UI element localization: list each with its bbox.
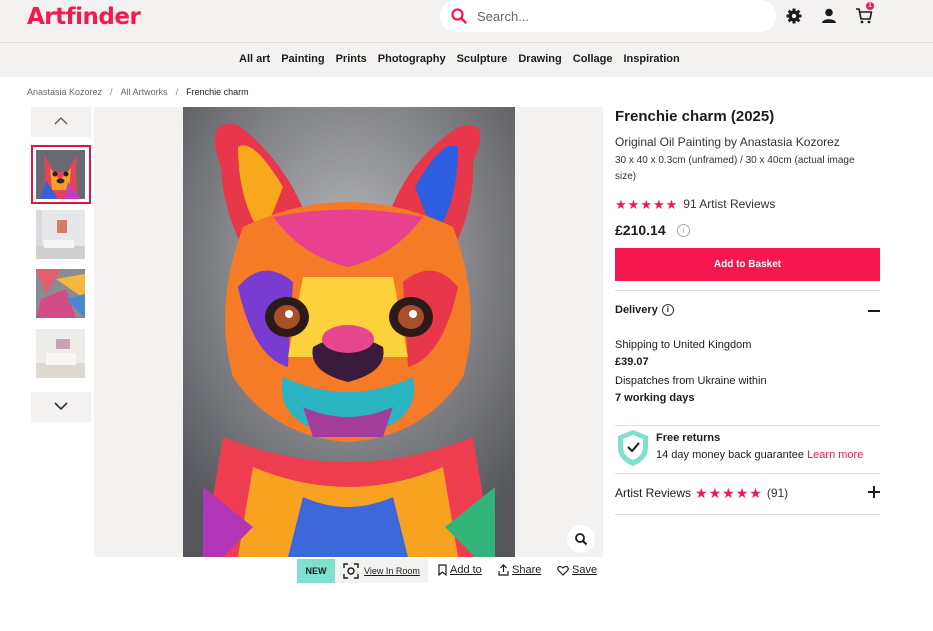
- share-icon: [498, 564, 509, 576]
- divider: [615, 473, 880, 474]
- chevron-down-icon: [54, 402, 68, 411]
- breadcrumb-all-artworks[interactable]: All Artworks: [121, 87, 168, 97]
- star-icon: ★: [615, 196, 627, 212]
- rating-text[interactable]: 91 Artist Reviews: [683, 197, 775, 211]
- breadcrumb-artist[interactable]: Anastasia Kozorez: [27, 87, 102, 97]
- artwork-image[interactable]: [183, 107, 515, 557]
- search-input[interactable]: [477, 6, 757, 26]
- breadcrumb-separator: /: [175, 87, 179, 97]
- delivery-heading[interactable]: Delivery i: [615, 304, 674, 316]
- product-title: Frenchie charm (2025): [615, 108, 775, 125]
- add-to-basket-button[interactable]: Add to Basket: [615, 248, 880, 281]
- header: Artfinder 1: [0, 0, 933, 43]
- returns-guarantee-text: 14 day money back guarantee: [656, 449, 804, 461]
- star-icon: ★: [652, 196, 665, 212]
- bookmark-icon: [438, 564, 447, 576]
- chevron-up-icon: [54, 117, 68, 125]
- product-dimensions: 30 x 40 x 0.3cm (unframed) / 30 x 40cm (…: [615, 155, 855, 182]
- shipping-cost: £39.07: [615, 356, 649, 368]
- divider: [615, 514, 880, 515]
- zoom-button[interactable]: [567, 525, 595, 553]
- nav-item-inspiration[interactable]: Inspiration: [623, 53, 679, 65]
- view-in-room-icon: [343, 563, 359, 579]
- add-to-button[interactable]: Add to: [438, 564, 482, 576]
- star-icon: ★: [640, 196, 652, 212]
- star-icon: ★: [695, 484, 708, 501]
- thumbnail-detail[interactable]: [36, 269, 85, 318]
- thumbnail-scroll-down-button[interactable]: [31, 392, 91, 422]
- category-nav: All art Painting Prints Photography Scul…: [0, 43, 933, 77]
- breadcrumb: Anastasia Kozorez / All Artworks / Frenc…: [27, 87, 249, 97]
- save-label: Save: [572, 564, 598, 576]
- divider: [615, 290, 880, 291]
- artist-reviews-row[interactable]: Artist Reviews ★ ★ ★ ★ ★ (91): [615, 484, 789, 501]
- dispatch-label: Dispatches from Ukraine within: [615, 375, 767, 387]
- nav-item-photography[interactable]: Photography: [378, 53, 446, 65]
- star-icon: ★: [627, 196, 640, 212]
- search-icon[interactable]: [450, 7, 468, 25]
- star-icon: ★: [722, 484, 735, 501]
- learn-more-link[interactable]: Learn more: [807, 449, 863, 461]
- product-price: £210.14: [615, 222, 666, 238]
- shield-check-icon: [618, 430, 648, 466]
- nav-item-collage[interactable]: Collage: [573, 53, 613, 65]
- search-bar[interactable]: [440, 0, 776, 32]
- view-in-room-button[interactable]: View In Room: [335, 559, 428, 583]
- view-in-room-label: View In Room: [364, 566, 420, 576]
- price-info-icon[interactable]: i: [677, 224, 690, 237]
- heart-icon: [557, 565, 569, 576]
- new-badge: NEW: [297, 559, 335, 583]
- thumbnail-scroll-up-button[interactable]: [31, 107, 91, 137]
- nav-item-prints[interactable]: Prints: [336, 53, 367, 65]
- breadcrumb-current: Frenchie charm: [186, 87, 249, 97]
- share-button[interactable]: Share: [498, 564, 541, 576]
- expand-reviews-icon[interactable]: [868, 486, 880, 498]
- star-icon: ★: [708, 484, 722, 501]
- gear-icon[interactable]: [785, 7, 803, 25]
- nav-item-sculpture[interactable]: Sculpture: [457, 53, 508, 65]
- nav-item-all-art[interactable]: All art: [239, 53, 270, 65]
- user-icon[interactable]: [820, 7, 838, 25]
- breadcrumb-separator: /: [110, 87, 113, 97]
- magnifier-icon: [575, 533, 588, 546]
- artist-reviews-count: (91): [766, 486, 789, 500]
- thumbnail-room-view[interactable]: [36, 210, 85, 259]
- free-returns-title: Free returns: [656, 432, 721, 444]
- collapse-delivery-icon[interactable]: [868, 310, 880, 312]
- nav-item-drawing[interactable]: Drawing: [518, 53, 561, 65]
- share-label: Share: [512, 564, 542, 576]
- review-stars: ★ ★ ★ ★ ★: [695, 484, 763, 501]
- nav-item-painting[interactable]: Painting: [281, 53, 324, 65]
- thumbnail-room-view-2[interactable]: [36, 329, 85, 378]
- artist-reviews-label: Artist Reviews: [615, 486, 692, 500]
- dispatch-time: 7 working days: [615, 392, 695, 404]
- star-icon: ★: [749, 484, 762, 501]
- add-to-label: Add to: [450, 564, 482, 576]
- rating-row[interactable]: ★ ★ ★ ★ ★ 91 Artist Reviews: [615, 197, 775, 211]
- cart-count-badge: 1: [866, 2, 874, 10]
- thumbnail-artwork[interactable]: [36, 150, 85, 199]
- divider: [615, 425, 880, 426]
- shipping-label: Shipping to United Kingdom: [615, 339, 752, 351]
- free-returns-subtitle: 14 day money back guarantee Learn more: [656, 449, 863, 461]
- star-icon: ★: [665, 196, 678, 212]
- delivery-heading-label: Delivery: [615, 304, 658, 316]
- save-button[interactable]: Save: [557, 564, 597, 576]
- artfinder-logo[interactable]: Artfinder: [27, 4, 141, 30]
- main-image-panel: [94, 107, 603, 557]
- star-icon: ★: [735, 484, 749, 501]
- delivery-info-icon[interactable]: i: [661, 304, 674, 316]
- product-subtitle: Original Oil Painting by Anastasia Kozor…: [615, 135, 840, 149]
